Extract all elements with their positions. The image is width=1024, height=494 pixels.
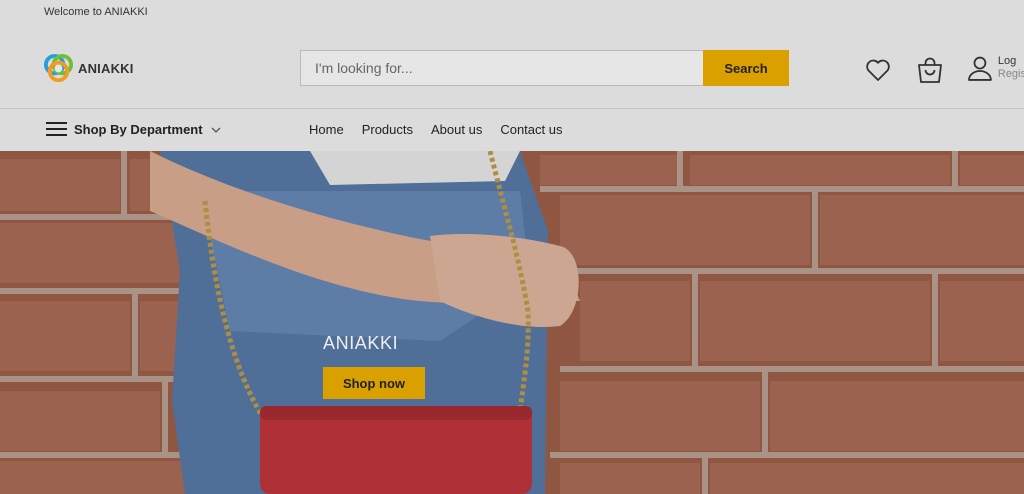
header: ANIAKKI Search Log Regis — [0, 26, 1024, 108]
chevron-down-icon — [211, 127, 221, 133]
nav-home[interactable]: Home — [309, 122, 344, 137]
login-link[interactable]: Log — [998, 55, 1024, 68]
logo[interactable]: ANIAKKI — [43, 52, 134, 84]
hero-image — [0, 151, 1024, 494]
account-link[interactable]: Log Regis — [966, 54, 1024, 82]
shopping-bag-icon[interactable] — [916, 56, 944, 84]
logo-text: ANIAKKI — [78, 60, 134, 76]
department-label: Shop By Department — [74, 122, 203, 137]
menu-icon — [46, 122, 67, 137]
main-menu: Home Products About us Contact us — [309, 122, 580, 137]
welcome-text: Welcome to ANIAKKI — [44, 6, 148, 18]
nav-contact-us[interactable]: Contact us — [500, 122, 562, 137]
register-link[interactable]: Regis — [998, 68, 1024, 81]
heart-icon[interactable] — [864, 56, 892, 84]
nav-about-us[interactable]: About us — [431, 122, 482, 137]
shop-by-department-button[interactable]: Shop By Department — [46, 122, 221, 137]
nav-products[interactable]: Products — [362, 122, 413, 137]
search-input[interactable] — [300, 50, 703, 86]
search-bar: Search — [300, 50, 789, 87]
account-text: Log Regis — [998, 55, 1024, 81]
shop-now-button[interactable]: Shop now — [323, 367, 425, 399]
search-button[interactable]: Search — [703, 50, 789, 86]
nav-bar: Shop By Department Home Products About u… — [0, 108, 1024, 151]
hero-banner: ANIAKKI Shop now — [0, 151, 1024, 494]
hero-title: ANIAKKI — [323, 333, 399, 353]
logo-icon — [43, 53, 74, 82]
top-bar: Welcome to ANIAKKI — [0, 0, 1024, 26]
user-icon — [968, 56, 992, 81]
